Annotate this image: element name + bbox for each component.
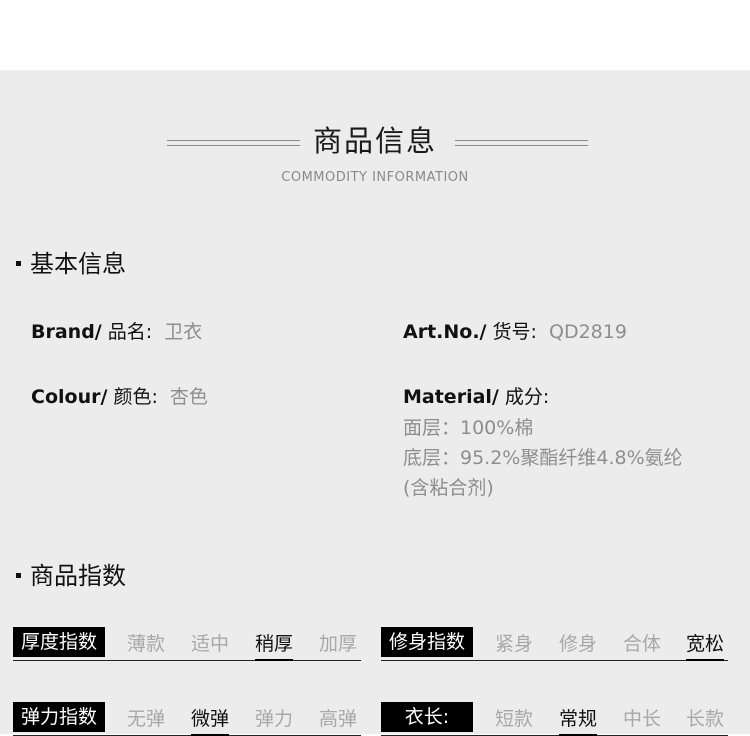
thickness-index-divider [13,660,361,661]
colour-value: 杏色 [169,386,208,408]
fit-option: 修身 [559,633,598,655]
brand-label-cn: 品名: [107,321,153,343]
material-label-en: Material/ [403,386,499,408]
elasticity-option: 无弹 [127,708,166,730]
fit-option-selected: 宽松 [686,629,725,661]
bullet-icon [16,572,21,578]
length-option-selected: 常规 [559,704,598,736]
brand-field: Brand/ 品名: 卫衣 [31,317,202,344]
length-index-label: 衣长: [381,702,473,732]
thickness-option: 加厚 [319,633,358,655]
basic-info-heading-text: 基本信息 [30,250,126,278]
length-index-row: 衣长: 短款 常规 中长 长款 [381,702,728,736]
art-no-value: QD2819 [549,321,627,343]
length-option: 短款 [495,708,534,730]
indices-heading: 商品指数 [16,556,126,591]
bullet-icon [16,260,21,266]
colour-field: Colour/ 颜色: 杏色 [31,382,208,409]
material-field: Material/ 成分: [403,382,549,409]
length-option: 长款 [686,708,725,730]
material-line-3: (含粘合剂) [403,477,494,499]
thickness-index-label: 厚度指数 [13,627,105,657]
material-label-cn: 成分: [504,386,550,408]
section-subtitle: COMMODITY INFORMATION [281,170,469,185]
brand-label-en: Brand/ [31,321,102,343]
elasticity-option: 高弹 [319,708,358,730]
thickness-option-selected: 稍厚 [255,629,294,661]
fit-index-divider [381,660,728,661]
thickness-option: 适中 [191,633,230,655]
thickness-option: 薄款 [127,633,166,655]
material-line-1: 面层：100%棉 [403,417,534,439]
fit-option: 合体 [623,633,662,655]
indices-heading-text: 商品指数 [30,562,126,590]
art-no-label-cn: 货号: [492,321,537,343]
basic-info-heading: 基本信息 [16,244,126,279]
elasticity-index-row: 弹力指数 无弹 微弹 弹力 高弹 [13,702,361,736]
material-line-2: 底层：95.2%聚酯纤维4.8%氨纶 [403,447,683,469]
colour-label-cn: 颜色: [113,386,158,408]
elasticity-index-label: 弹力指数 [13,702,105,732]
art-no-label-en: Art.No./ [403,321,487,343]
length-option: 中长 [623,708,662,730]
fit-index-row: 修身指数 紧身 修身 合体 宽松 [381,627,728,661]
elasticity-option-selected: 微弹 [191,704,230,736]
section-title: 商品信息 [312,124,437,158]
elasticity-option: 弹力 [255,708,294,730]
fit-index-label: 修身指数 [381,627,473,657]
fit-option: 紧身 [495,633,534,655]
thickness-index-row: 厚度指数 薄款 适中 稍厚 加厚 [13,627,361,661]
colour-label-en: Colour/ [31,386,108,408]
art-no-field: Art.No./ 货号: QD2819 [403,317,627,344]
brand-value: 卫衣 [164,321,203,343]
